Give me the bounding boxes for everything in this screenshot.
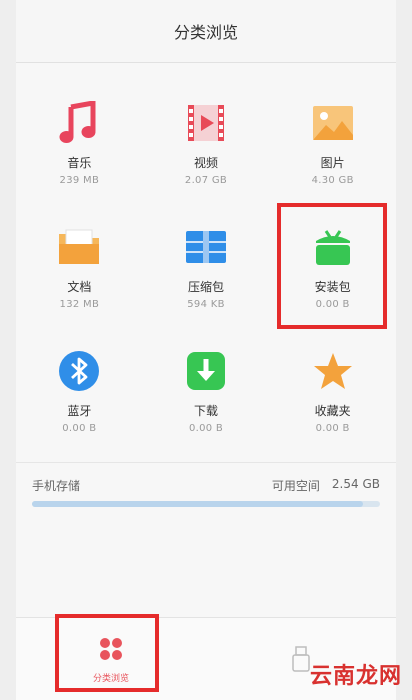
- archive-icon: [183, 224, 229, 270]
- category-size: 239 MB: [59, 175, 100, 186]
- storage-bar: [32, 501, 380, 507]
- highlight-box-category-tab: [55, 614, 159, 692]
- storage-bar-fill: [32, 501, 363, 507]
- music-icon: [56, 100, 102, 146]
- category-favorites[interactable]: 收藏夹 0.00 B: [269, 332, 396, 438]
- file-manager-screen: 分类浏览 音乐 239 MB 视频 2.07 GB 图片 4.30 GB 文档 …: [16, 0, 396, 700]
- download-icon: [183, 348, 229, 394]
- category-size: 2.07 GB: [184, 175, 228, 186]
- bluetooth-icon: [56, 348, 102, 394]
- star-icon: [310, 348, 356, 394]
- highlight-box-install-package: [277, 203, 387, 329]
- page-title: 分类浏览: [173, 23, 238, 42]
- category-download[interactable]: 下载 0.00 B: [143, 332, 270, 438]
- available-space: 可用空间 2.54 GB: [272, 477, 380, 494]
- category-name: 压缩包: [187, 280, 224, 294]
- watermark-text: 云南龙网: [309, 664, 402, 689]
- image-icon: [310, 100, 356, 146]
- category-name: 蓝牙: [67, 404, 92, 418]
- available-label: 可用空间: [271, 479, 320, 493]
- category-name: 收藏夹: [314, 404, 351, 418]
- category-name: 视频: [193, 156, 218, 170]
- folder-icon: [56, 224, 102, 270]
- category-name: 下载: [193, 404, 218, 418]
- category-size: 0.00 B: [188, 423, 224, 434]
- available-value: 2.54 GB: [331, 477, 380, 491]
- category-archive[interactable]: 压缩包 594 KB: [143, 208, 270, 314]
- category-music[interactable]: 音乐 239 MB: [16, 84, 143, 190]
- category-image[interactable]: 图片 4.30 GB: [269, 84, 396, 190]
- category-bluetooth[interactable]: 蓝牙 0.00 B: [16, 332, 143, 438]
- category-documents[interactable]: 文档 132 MB: [16, 208, 143, 314]
- usb-storage-icon: [292, 646, 310, 672]
- category-size: 4.30 GB: [311, 175, 354, 186]
- category-size: 0.00 B: [62, 423, 97, 434]
- storage-label: 手机存储: [32, 479, 81, 493]
- category-name: 音乐: [67, 156, 92, 170]
- phone-storage[interactable]: 手机存储 可用空间 2.54 GB: [16, 462, 396, 517]
- category-size: 594 KB: [187, 299, 225, 310]
- category-size: 132 MB: [59, 299, 100, 310]
- video-icon: [183, 100, 229, 146]
- header: 分类浏览: [16, 0, 396, 63]
- category-name: 图片: [320, 156, 345, 170]
- category-video[interactable]: 视频 2.07 GB: [143, 84, 270, 190]
- category-size: 0.00 B: [315, 423, 350, 434]
- category-name: 文档: [67, 280, 92, 294]
